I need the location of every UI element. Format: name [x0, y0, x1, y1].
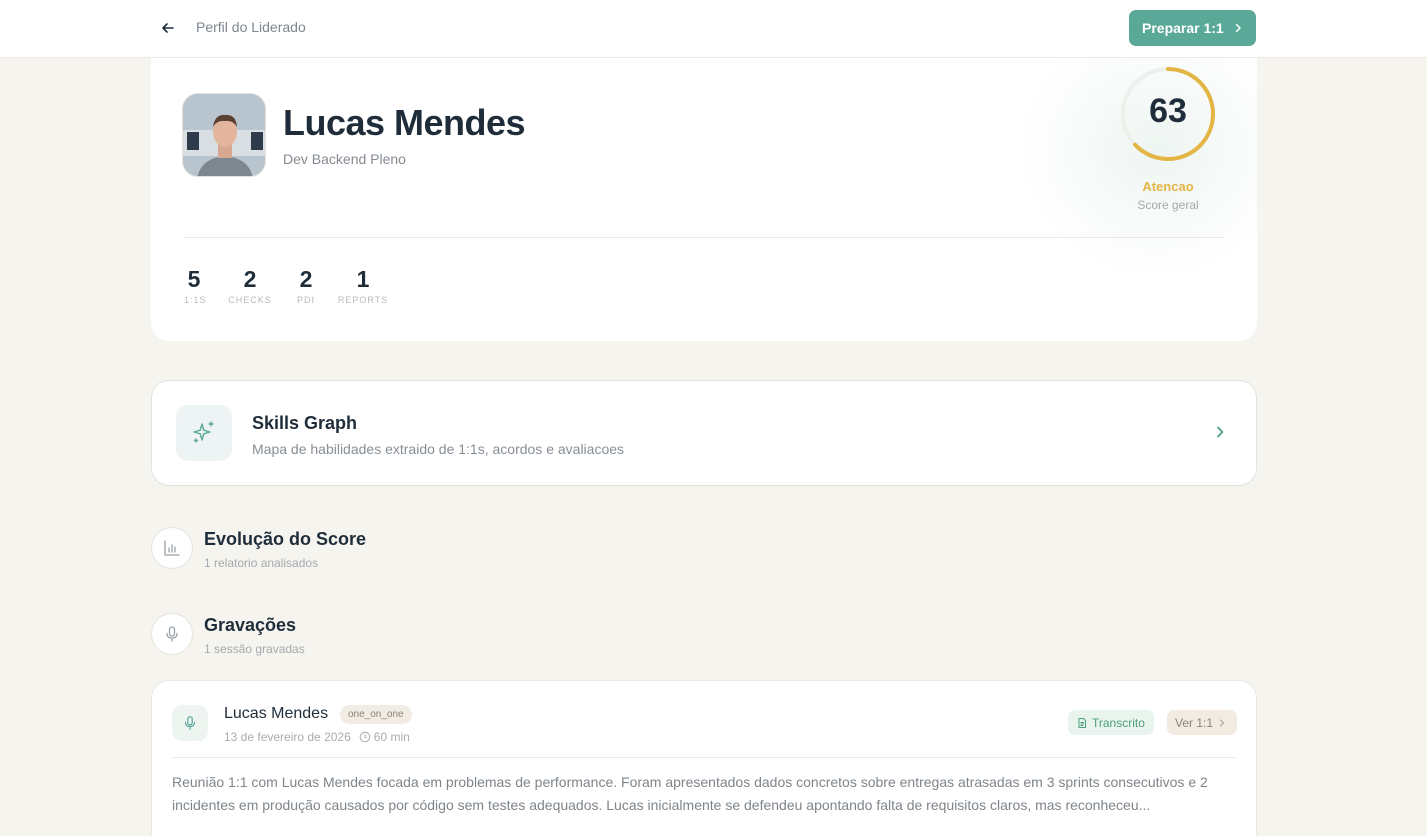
view-label: Ver 1:1: [1175, 715, 1214, 730]
microphone-icon: [151, 613, 193, 655]
skills-subtitle: Mapa de habilidades extraido de 1:1s, ac…: [252, 441, 625, 457]
chevron-right-icon: [1235, 23, 1241, 33]
recording-name: Lucas Mendes: [224, 705, 329, 722]
divider: [183, 237, 1224, 238]
skills-graph-card[interactable]: Skills Graph Mapa de habilidades extraid…: [151, 380, 1257, 486]
clock-icon: [359, 731, 371, 743]
stat-value: 1: [356, 266, 370, 292]
person-name: Lucas Mendes: [283, 102, 526, 143]
score-value: 63: [1149, 92, 1187, 130]
recording-meta: 13 de fevereiro de 2026 60 min: [224, 730, 410, 744]
recording-date: 13 de fevereiro de 2026: [224, 730, 351, 744]
avatar-photo: [183, 94, 265, 176]
person-role: Dev Backend Pleno: [283, 151, 406, 167]
profile-card: Lucas Mendes Dev Backend Pleno 63 Atenca…: [151, 40, 1257, 341]
skills-title: Skills Graph: [252, 413, 358, 433]
stat-label: Reports: [337, 295, 389, 305]
page-title: Perfil do Liderado: [196, 19, 306, 35]
arrow-left-icon: [162, 23, 174, 33]
recordings-subtitle: 1 sessão gravadas: [204, 642, 305, 656]
score-caption: Score geral: [1137, 198, 1199, 212]
view-one-on-one-button[interactable]: Ver 1:1: [1167, 710, 1238, 735]
stat-one-on-ones: 5 1:1s: [184, 266, 207, 305]
stat-pdi: 2 PDI: [291, 266, 321, 305]
score-status: Atencao: [1142, 179, 1194, 194]
recordings-title: Gravações: [204, 615, 297, 635]
stat-checks: 2 Checks: [226, 266, 274, 305]
file-text-icon: [1078, 717, 1086, 728]
avatar: [182, 93, 266, 177]
stat-label: PDI: [296, 295, 315, 305]
bar-chart-icon: [151, 527, 193, 569]
stat-label: Checks: [228, 295, 272, 305]
transcript-badge[interactable]: Transcrito: [1068, 710, 1154, 735]
recording-card[interactable]: Lucas Mendes one_on_one 13 de fevereiro …: [151, 680, 1257, 836]
evolution-title: Evolução do Score: [204, 529, 367, 549]
duration-value: 60 min: [373, 730, 410, 744]
divider: [172, 757, 1236, 758]
stat-reports: 1 Reports: [337, 266, 389, 305]
prepare-button-label: Preparar 1:1: [1142, 20, 1224, 36]
back-button[interactable]: [158, 18, 178, 38]
recording-duration: 60 min: [359, 730, 410, 744]
stat-value: 2: [243, 266, 257, 292]
recording-summary: Reunião 1:1 com Lucas Mendes focada em p…: [172, 774, 1208, 813]
chevron-right-icon: [1219, 718, 1225, 727]
stat-value: 5: [187, 266, 201, 292]
top-bar: Perfil do Liderado Preparar 1:1: [0, 0, 1427, 58]
chevron-right-icon: [1217, 426, 1224, 438]
stat-value: 2: [299, 266, 313, 292]
prepare-one-on-one-button[interactable]: Preparar 1:1: [1129, 10, 1256, 46]
recording-type-badge: one_on_one: [340, 705, 412, 724]
microphone-icon: [172, 705, 208, 741]
evolution-subtitle: 1 relatorio analisados: [204, 556, 319, 570]
transcript-label: Transcrito: [1092, 715, 1145, 730]
sparkles-icon: [176, 405, 232, 461]
stat-label: 1:1s: [184, 295, 207, 305]
